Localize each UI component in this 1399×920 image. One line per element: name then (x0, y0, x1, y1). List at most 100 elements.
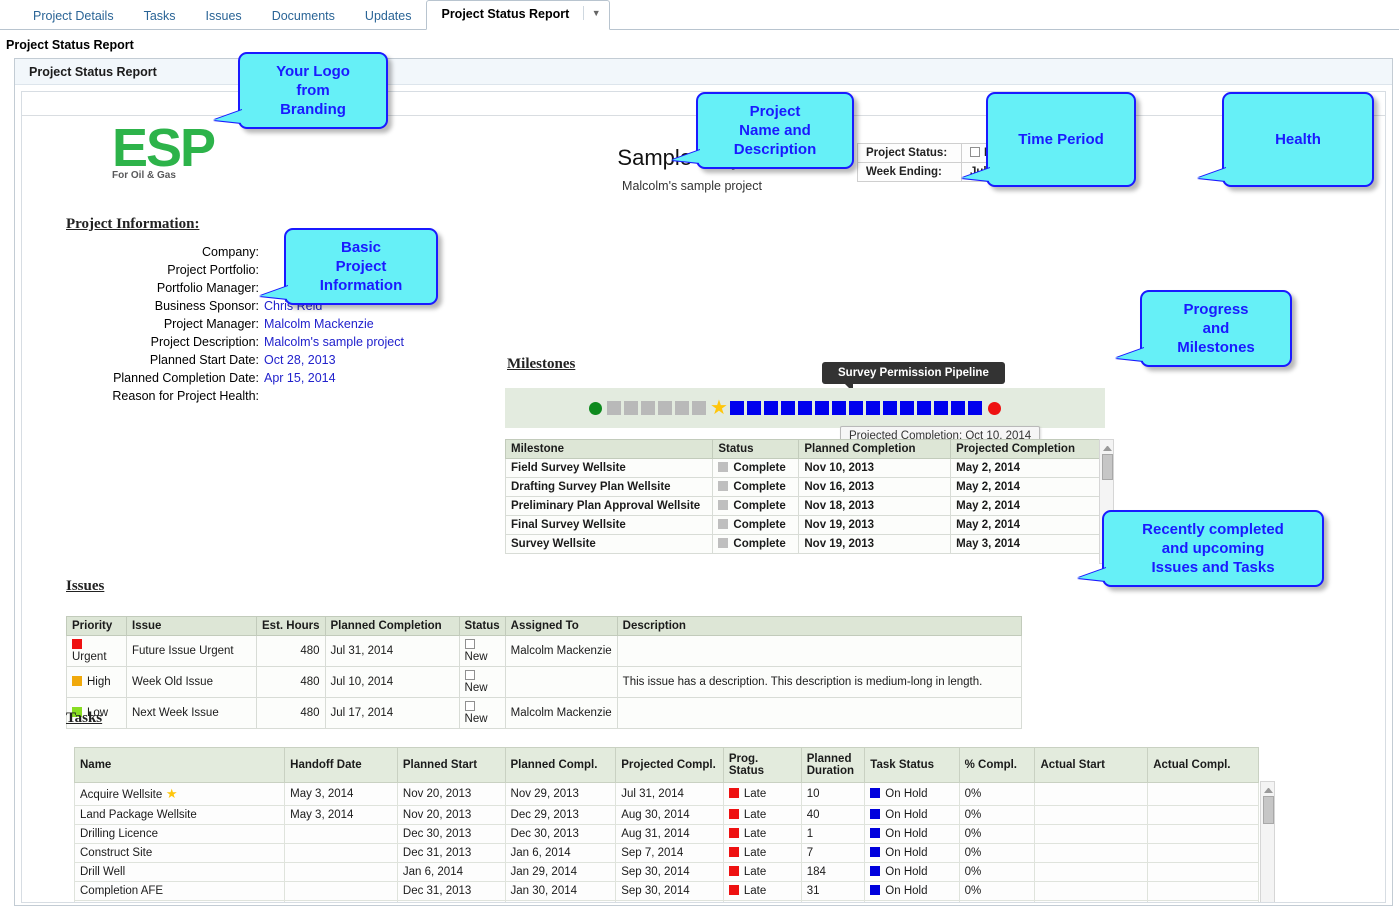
milestone-segment-gray[interactable] (607, 401, 621, 415)
table-row[interactable]: Drafting Survey Plan Wellsite Complete Nov… (504, 477, 1113, 497)
column-header[interactable]: Planned Completion (324, 616, 460, 636)
milestone-segment-blue[interactable] (831, 401, 846, 415)
column-header[interactable]: Planned Duration (800, 747, 866, 783)
milestone-segment-blue[interactable] (763, 401, 778, 415)
task-planned-duration: 1 (800, 824, 866, 844)
milestone-progress-bar[interactable]: ★ (505, 388, 1105, 428)
column-header[interactable]: Planned Completion (798, 439, 952, 459)
task-actual-completion (1147, 881, 1259, 901)
milestone-segment-blue[interactable] (848, 401, 863, 415)
top-tab-strip: Project Details Tasks Issues Documents U… (0, 0, 1399, 30)
milestone-end-marker[interactable] (987, 401, 1001, 415)
table-row[interactable]: Frac Well Jan 30, 2014Jan 31, 2014Oct 2, … (73, 900, 1259, 902)
milestone-segment-blue[interactable] (967, 401, 982, 415)
column-header[interactable]: Issue (126, 616, 257, 636)
column-header[interactable]: Prog. Status (722, 747, 802, 783)
table-row[interactable]: Low Next Week Issue 480 Jul 17, 2014 New Malc… (66, 697, 1023, 729)
milestone-segment-gray[interactable] (658, 401, 672, 415)
milestone-segment-gray[interactable] (675, 401, 689, 415)
star-icon[interactable]: ★ (710, 398, 728, 418)
column-header[interactable]: Actual Start (1034, 747, 1149, 783)
page-title: Project Status Report (6, 38, 134, 52)
checkbox-icon[interactable] (464, 670, 475, 680)
column-header[interactable]: Priority (66, 616, 127, 636)
tasks-scrollbar[interactable] (1260, 781, 1275, 902)
checkbox-icon[interactable] (970, 147, 980, 157)
milestone-segment-blue[interactable] (780, 401, 795, 415)
callout-text: Time Period (1018, 131, 1104, 148)
table-row[interactable]: Acquire Wellsite ★ May 3, 2014 Nov 20, 201… (73, 782, 1259, 806)
milestone-segment-gray[interactable] (692, 401, 706, 415)
table-row[interactable]: Construct Site Dec 31, 2013 Jan 6, 2014 Sep… (73, 843, 1259, 863)
milestone-segment-blue[interactable] (933, 401, 948, 415)
prog-status-square-icon (728, 809, 739, 819)
table-row[interactable]: Land Package Wellsite May 3, 2014 Nov 20, … (73, 805, 1259, 825)
table-row[interactable]: Drill Well Jan 6, 2014 Jan 29, 2014 Sep 30,… (73, 862, 1259, 882)
column-header[interactable]: Status (458, 616, 506, 636)
column-header[interactable]: Est. Hours (256, 616, 326, 636)
task-planned-completion: Jan 30, 2014 (504, 881, 617, 901)
milestone-segment-blue[interactable] (865, 401, 880, 415)
scroll-up-icon[interactable] (1264, 785, 1273, 793)
tab-updates[interactable]: Updates (350, 2, 427, 30)
tab-issues[interactable]: Issues (191, 2, 257, 30)
column-header[interactable]: Status (712, 439, 800, 459)
table-row[interactable]: Survey Wellsite Complete Nov 19, 2013 May 3… (504, 534, 1113, 554)
project-info-label: Portfolio Manager: (156, 281, 259, 295)
scrollbar-thumb[interactable] (1263, 796, 1274, 824)
milestone-segment-blue[interactable] (916, 401, 931, 415)
column-header[interactable]: Description (616, 616, 1023, 636)
column-header[interactable]: Task Status (864, 747, 960, 783)
column-header[interactable]: Actual Compl. (1147, 747, 1259, 783)
project-info-value[interactable]: Malcolm's sample project (264, 333, 404, 351)
table-row[interactable]: Urgent Future Issue Urgent 480 Jul 31, 2014… (66, 635, 1023, 667)
column-header[interactable]: Planned Start (396, 747, 506, 783)
task-prog-status: Late (722, 805, 802, 825)
column-header[interactable]: Milestone (504, 439, 714, 459)
milestone-segment-gray[interactable] (624, 401, 638, 415)
table-row[interactable]: Preliminary Plan Approval Wellsite Comple… (504, 496, 1113, 516)
milestone-projected-completion: May 3, 2014 (950, 534, 1113, 554)
task-handoff-date: May 3, 2014 (284, 782, 398, 806)
column-header[interactable]: Projected Compl. (615, 747, 724, 783)
column-header[interactable]: Name (73, 747, 286, 783)
task-prog-status: Late (722, 824, 802, 844)
milestone-planned-completion: Nov 19, 2013 (798, 534, 952, 554)
table-row[interactable]: Final Survey Wellsite Complete Nov 19, 201… (504, 515, 1113, 535)
milestone-segment-blue[interactable] (729, 401, 744, 415)
checkbox-icon[interactable] (464, 701, 475, 711)
issue-planned-completion: Jul 10, 2014 (324, 666, 460, 698)
project-info-value[interactable]: Apr 15, 2014 (264, 369, 336, 387)
table-row[interactable]: Drilling Licence Dec 30, 2013 Dec 30, 2013… (73, 824, 1259, 844)
column-header[interactable]: Assigned To (504, 616, 618, 636)
checkbox-icon[interactable] (464, 639, 475, 649)
scroll-up-icon[interactable] (1103, 443, 1112, 451)
scrollbar-thumb[interactable] (1102, 454, 1113, 480)
column-header[interactable]: Projected Completion (950, 439, 1113, 459)
milestone-segment-blue[interactable] (950, 401, 965, 415)
milestone-segment-blue[interactable] (797, 401, 812, 415)
tab-documents[interactable]: Documents (257, 2, 350, 30)
tab-project-status-report[interactable]: Project Status Report ▼ (426, 0, 610, 30)
milestone-start-marker[interactable] (589, 401, 602, 415)
project-info-value[interactable]: Malcolm Mackenzie (264, 315, 374, 333)
column-header[interactable]: % Compl. (958, 747, 1036, 783)
chevron-down-icon[interactable]: ▼ (582, 6, 601, 20)
column-header[interactable]: Planned Compl. (504, 747, 617, 783)
project-info-label: Reason for Project Health: (112, 389, 259, 403)
milestone-segment-gray[interactable] (641, 401, 655, 415)
prog-status-square-icon (728, 885, 739, 895)
table-row[interactable]: Field Survey Wellsite Complete Nov 10, 201… (504, 458, 1113, 478)
milestone-segment-blue[interactable] (899, 401, 914, 415)
tab-tasks[interactable]: Tasks (129, 2, 191, 30)
project-info-value[interactable]: Oct 28, 2013 (264, 351, 336, 369)
tab-project-details[interactable]: Project Details (18, 2, 129, 30)
logo-mark: ESP (112, 118, 216, 178)
column-header[interactable]: Handoff Date (284, 747, 398, 783)
milestone-segment-blue[interactable] (882, 401, 897, 415)
milestone-segment-blue[interactable] (746, 401, 761, 415)
table-row[interactable]: High Week Old Issue 480 Jul 10, 2014 New This… (66, 666, 1023, 698)
milestone-segment-blue[interactable] (814, 401, 829, 415)
project-info-label: Planned Start Date: (149, 353, 259, 367)
table-row[interactable]: Completion AFE Dec 31, 2013 Jan 30, 2014 Se… (73, 881, 1259, 901)
